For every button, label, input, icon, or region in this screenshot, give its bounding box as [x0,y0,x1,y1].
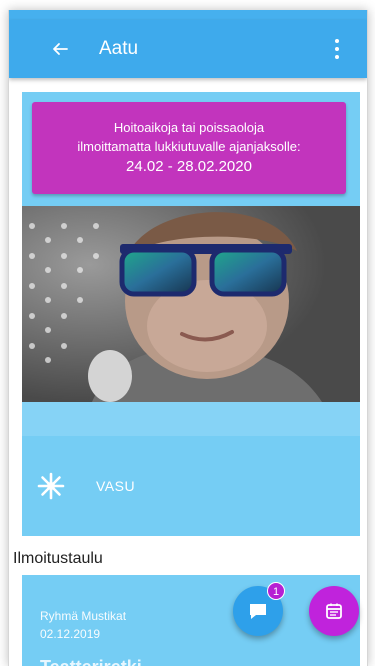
calendar-button[interactable] [309,586,359,636]
back-button[interactable] [45,34,75,64]
app-bar: Aatu [9,20,367,78]
page-title: Aatu [99,38,139,59]
chat-icon [250,604,266,619]
bulletin-post-card[interactable]: Ryhmä Mustikat 02.12.2019 Teatteriretki [22,575,360,666]
status-bar [9,10,367,20]
chat-button[interactable]: 1 [233,582,285,636]
child-photo [22,206,360,402]
calendar-icon [326,603,342,619]
more-vertical-icon [335,39,339,43]
vasu-label: VASU [96,478,136,494]
phone-frame: Aatu Hoitoaikoja tai poissaoloja ilmoitt… [8,10,368,666]
unread-badge: 1 [267,582,285,600]
child-card[interactable]: Hoitoaikoja tai poissaoloja ilmoittamatt… [22,92,360,536]
photo-footer-band [22,402,360,436]
notice-dates: 24.02 - 28.02.2020 [126,158,252,175]
snowflake-icon [37,472,65,500]
lock-notice-banner[interactable]: Hoitoaikoja tai poissaoloja ilmoittamatt… [32,102,346,194]
main-content: Hoitoaikoja tai poissaoloja ilmoittamatt… [9,78,367,666]
notice-line-2: ilmoittamatta lukkiutuvalle ajanjaksolle… [77,139,301,154]
post-title: Teatteriretki [40,657,360,666]
notice-line-1: Hoitoaikoja tai poissaoloja [113,120,265,135]
bulletin-section-title: Ilmoitustaulu [13,550,103,567]
vasu-button[interactable]: VASU [22,436,360,536]
arrow-left-icon [53,43,68,55]
more-menu-button[interactable] [325,34,349,64]
post-date: 02.12.2019 [40,627,101,641]
